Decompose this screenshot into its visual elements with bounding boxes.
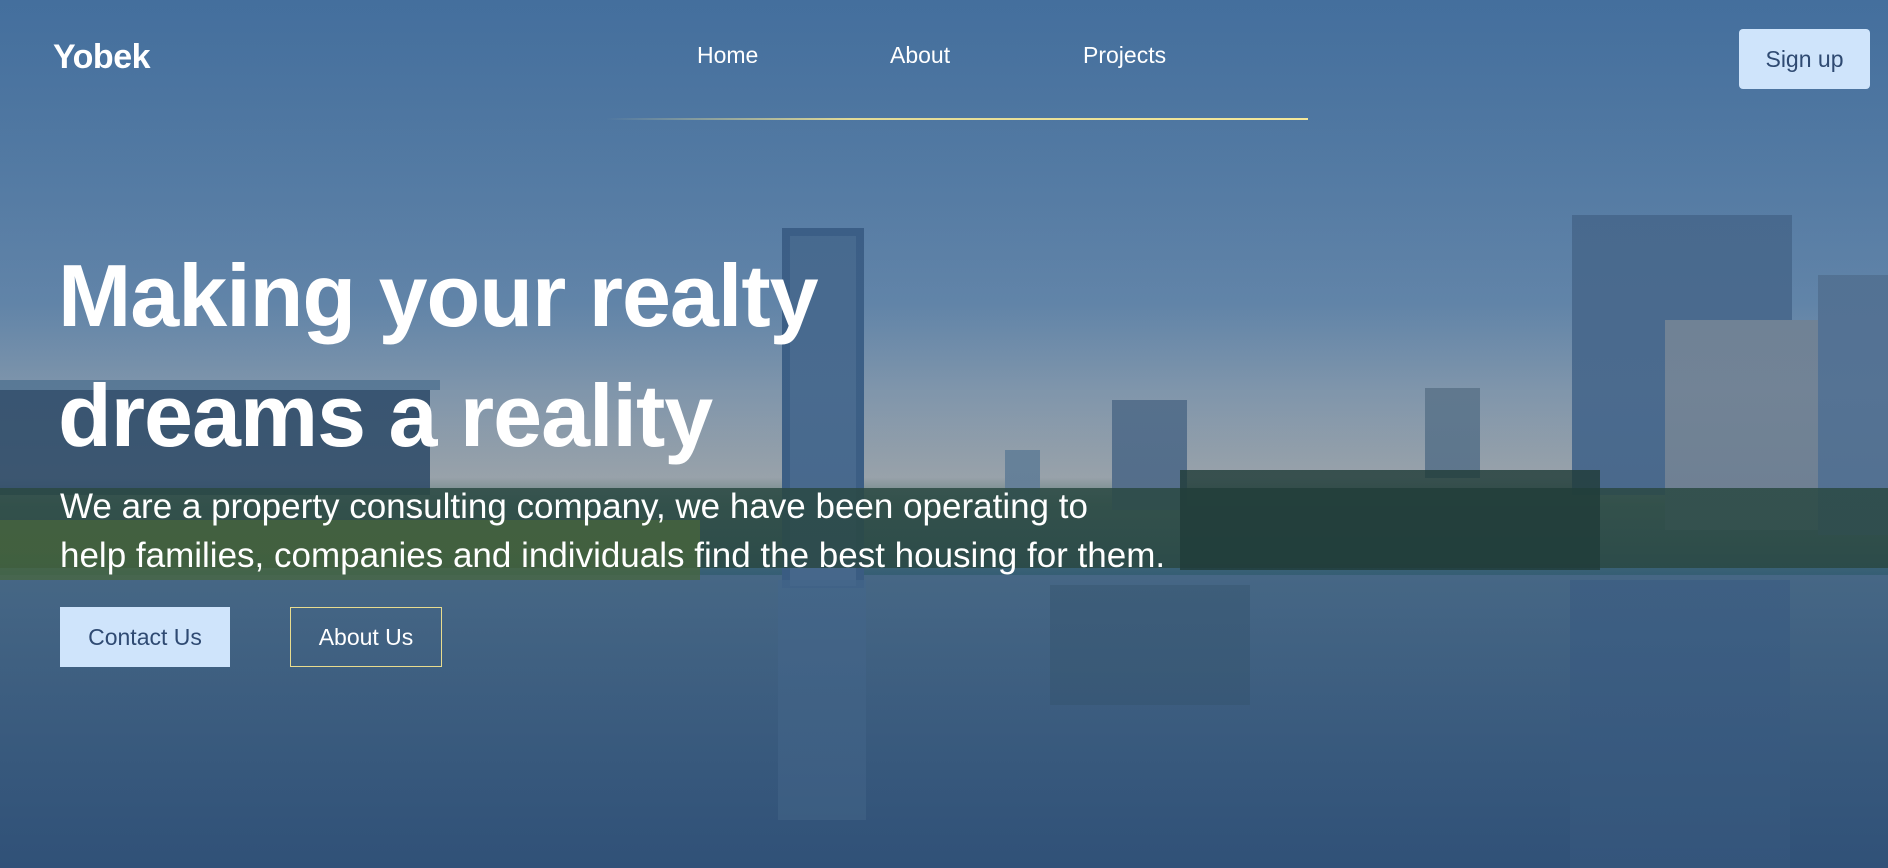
main-nav: Home About Projects [0,42,1888,82]
about-us-button[interactable]: About Us [290,607,442,667]
hero-headline-line1: Making your realty [58,246,819,345]
hero-headline: Making your realty dreams a reality [58,236,1058,476]
hero-section: Yobek Home About Projects Sign up Making… [0,0,1888,868]
nav-underline-divider [606,118,1308,120]
contact-us-button[interactable]: Contact Us [60,607,230,667]
nav-link-about[interactable]: About [890,42,950,69]
hero-description-line2: help families, companies and individuals… [60,536,1166,575]
hero-description: We are a property consulting company, we… [60,482,1320,580]
hero-headline-line2: dreams a reality [58,366,713,465]
hero-description-line1: We are a property consulting company, we… [60,487,1088,526]
nav-link-projects[interactable]: Projects [1083,42,1166,69]
nav-link-home[interactable]: Home [697,42,758,69]
signup-button[interactable]: Sign up [1739,29,1870,89]
